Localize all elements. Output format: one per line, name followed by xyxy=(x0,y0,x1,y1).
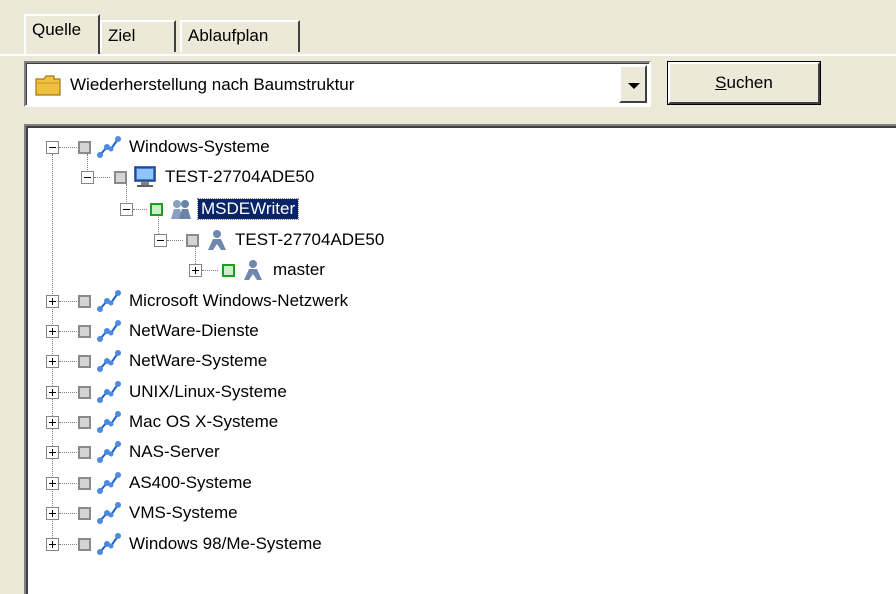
tree-node[interactable]: AS400-Systeme xyxy=(26,470,446,498)
tree-node[interactable]: Windows 98/Me-Systeme xyxy=(26,531,446,559)
expand-toggle[interactable] xyxy=(46,538,59,551)
tree-connector xyxy=(59,392,77,394)
computer-icon xyxy=(134,166,156,187)
collapse-toggle[interactable] xyxy=(81,171,94,184)
node-checkbox[interactable] xyxy=(78,446,91,459)
expand-toggle[interactable] xyxy=(46,386,59,399)
node-checkbox[interactable] xyxy=(78,416,91,429)
tree-connector xyxy=(59,422,77,424)
tree-node-label: NetWare-Systeme xyxy=(129,351,268,370)
node-checkbox[interactable] xyxy=(114,171,127,184)
expand-toggle[interactable] xyxy=(46,325,59,338)
tree-connector xyxy=(59,147,77,149)
search-button[interactable]: Suchen xyxy=(668,62,820,104)
network-icon xyxy=(97,411,121,433)
tree-connector xyxy=(59,301,77,303)
tree-connector xyxy=(202,270,218,272)
folder-icon xyxy=(35,75,61,96)
node-checkbox[interactable] xyxy=(78,325,91,338)
expand-toggle[interactable] xyxy=(46,446,59,459)
collapse-toggle[interactable] xyxy=(120,203,133,216)
tree-node-label: Windows 98/Me-Systeme xyxy=(129,534,322,553)
network-icon xyxy=(97,350,121,372)
expand-toggle[interactable] xyxy=(46,295,59,308)
tree-node-label: NetWare-Dienste xyxy=(129,321,259,340)
agent-icon xyxy=(208,230,226,250)
tree-node[interactable]: UNIX/Linux-Systeme xyxy=(26,379,446,407)
backup-restore-panel: Quelle Ziel Ablaufplan Wiederherstellung… xyxy=(0,0,896,594)
expand-toggle[interactable] xyxy=(46,355,59,368)
tree-node-master[interactable]: master xyxy=(26,257,426,285)
tab-ablaufplan[interactable]: Ablaufplan xyxy=(180,20,300,52)
node-checkbox[interactable] xyxy=(78,507,91,520)
search-button-label-rest: uchen xyxy=(726,73,773,92)
network-icon xyxy=(97,502,121,524)
tree-connector xyxy=(167,240,183,242)
network-icon xyxy=(97,381,121,403)
tree-connector xyxy=(59,452,77,454)
tab-quelle[interactable]: Quelle xyxy=(24,14,100,54)
dropdown-arrow-button[interactable] xyxy=(619,65,647,103)
tab-ziel[interactable]: Ziel xyxy=(100,20,176,52)
expand-toggle[interactable] xyxy=(46,416,59,429)
search-button-accelerator: S xyxy=(715,73,727,92)
network-icon xyxy=(97,472,121,494)
node-checkbox[interactable] xyxy=(78,295,91,308)
tree-node[interactable]: NAS-Server xyxy=(26,439,446,467)
tree-node-label-selected: MSDEWriter xyxy=(196,198,300,220)
collapse-toggle[interactable] xyxy=(46,141,59,154)
tree-node-windows-systeme[interactable]: Windows-Systeme xyxy=(26,134,426,162)
tree-node-test-machine[interactable]: TEST-27704ADE50 xyxy=(26,164,426,192)
network-icon xyxy=(97,290,121,312)
tree-node-label: NAS-Server xyxy=(129,442,220,461)
tree-node-label: TEST-27704ADE50 xyxy=(165,167,315,186)
tree-connector xyxy=(59,513,77,515)
tree-node-label: VMS-Systeme xyxy=(129,503,238,522)
tree-node[interactable]: Microsoft Windows-Netzwerk xyxy=(26,288,446,316)
tree-connector xyxy=(94,177,110,179)
network-icon xyxy=(97,441,121,463)
node-checkbox[interactable] xyxy=(78,477,91,490)
tree-connector xyxy=(133,209,147,211)
tree-node-label: AS400-Systeme xyxy=(129,473,252,492)
tab-divider xyxy=(0,54,896,56)
tree-node-label: master xyxy=(273,260,325,279)
source-tree[interactable]: Windows-Systeme TEST-27704ADE50 MSDEWrit… xyxy=(24,124,896,594)
tree-node-label: UNIX/Linux-Systeme xyxy=(129,382,287,401)
tree-connector xyxy=(59,483,77,485)
tree-node-label: Microsoft Windows-Netzwerk xyxy=(129,291,349,310)
node-checkbox[interactable] xyxy=(222,264,235,277)
node-checkbox[interactable] xyxy=(78,141,91,154)
node-checkbox[interactable] xyxy=(78,386,91,399)
network-icon xyxy=(97,136,121,158)
tree-node-label: Mac OS X-Systeme xyxy=(129,412,279,431)
tree-node-label: Windows-Systeme xyxy=(129,137,270,156)
tree-node[interactable]: Mac OS X-Systeme xyxy=(26,409,446,437)
tree-node-label: TEST-27704ADE50 xyxy=(235,230,385,249)
expand-toggle[interactable] xyxy=(46,477,59,490)
node-checkbox[interactable] xyxy=(78,355,91,368)
tree-node[interactable]: NetWare-Dienste xyxy=(26,318,446,346)
expand-toggle[interactable] xyxy=(189,264,202,277)
network-icon xyxy=(97,533,121,555)
restore-method-value: Wiederherstellung nach Baumstruktur xyxy=(70,75,355,94)
database-agent-icon xyxy=(244,260,262,280)
tree-node[interactable]: VMS-Systeme xyxy=(26,500,446,528)
network-icon xyxy=(97,320,121,342)
tree-node-msdewriter[interactable]: MSDEWriter xyxy=(26,196,426,224)
node-checkbox[interactable] xyxy=(150,203,163,216)
restore-method-select[interactable]: Wiederherstellung nach Baumstruktur xyxy=(24,61,651,107)
node-checkbox[interactable] xyxy=(186,234,199,247)
tree-node-test-instance[interactable]: TEST-27704ADE50 xyxy=(26,227,446,255)
tree-connector xyxy=(59,361,77,363)
agent-group-icon xyxy=(171,200,191,219)
tree-connector xyxy=(59,331,77,333)
tree-connector xyxy=(59,544,77,546)
expand-toggle[interactable] xyxy=(46,507,59,520)
tree-node[interactable]: NetWare-Systeme xyxy=(26,348,446,376)
collapse-toggle[interactable] xyxy=(154,234,167,247)
node-checkbox[interactable] xyxy=(78,538,91,551)
